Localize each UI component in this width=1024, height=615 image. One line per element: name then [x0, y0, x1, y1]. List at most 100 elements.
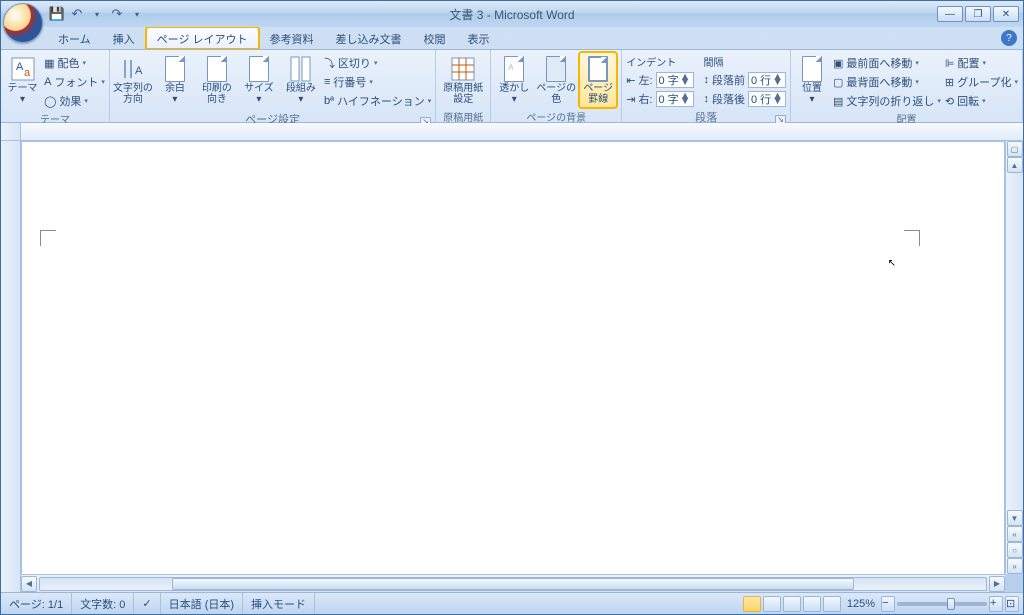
line-numbers-button[interactable]: ≡行番号▾ — [324, 73, 431, 91]
vertical-scrollbar[interactable]: ▢ ▲ ▼ « ○ » — [1005, 141, 1023, 574]
theme-effects[interactable]: ◯効果▾ — [44, 92, 105, 110]
hyphen-icon: bª — [324, 95, 334, 107]
status-proofing[interactable]: ✓ — [134, 593, 160, 614]
space-after-input[interactable]: 0 行▲▼ — [748, 91, 786, 107]
scroll-up[interactable]: ▲ — [1007, 157, 1023, 173]
margins-button[interactable]: 余白▾ — [156, 52, 194, 108]
wrap-icon: ▤ — [833, 95, 843, 108]
page-borders-icon — [584, 55, 612, 83]
tab-page-layout[interactable]: ページ レイアウト — [146, 27, 259, 49]
columns-icon — [287, 55, 315, 83]
tab-home[interactable]: ホーム — [47, 27, 102, 49]
horizontal-scrollbar[interactable]: ◀ ▶ — [21, 574, 1005, 592]
minimize-button[interactable]: — — [937, 6, 963, 22]
browse-object[interactable]: ○ — [1007, 542, 1023, 558]
columns-button[interactable]: 段組み▾ — [282, 52, 320, 108]
scroll-down[interactable]: ▼ — [1007, 510, 1023, 526]
qat-undo[interactable]: ↶ — [67, 4, 87, 24]
indent-right-input[interactable]: 0 字▲▼ — [656, 91, 694, 107]
qat-customize[interactable]: ▾ — [127, 4, 147, 24]
group-icon: ⊞ — [945, 76, 954, 89]
text-direction-button[interactable]: A文字列の 方向 — [114, 52, 152, 108]
group-arrange: 位置▾ ▣最前面へ移動▾ ▢最背面へ移動▾ ▤文字列の折り返し▾ ⊫配置▾ ⊞グ… — [791, 50, 1023, 122]
close-button[interactable]: ✕ — [993, 6, 1019, 22]
orientation-button[interactable]: 印刷の 向き — [198, 52, 236, 108]
view-print-layout[interactable] — [743, 596, 761, 612]
view-full-screen[interactable] — [763, 596, 781, 612]
vertical-ruler[interactable] — [1, 123, 21, 592]
bring-front-button: ▣最前面へ移動▾ — [833, 54, 941, 72]
tab-references[interactable]: 参考資料 — [259, 27, 325, 49]
breaks-button[interactable]: ⤵区切り▾ — [324, 54, 431, 72]
tab-insert[interactable]: 挿入 — [102, 27, 146, 49]
dd-icon: ▾ — [20, 94, 25, 105]
maximize-button[interactable]: ❐ — [965, 6, 991, 22]
zoom-level[interactable]: 125% — [847, 598, 875, 610]
themes-button[interactable]: Aa テーマ ▾ — [5, 52, 40, 108]
view-draft[interactable] — [823, 596, 841, 612]
horizontal-ruler[interactable] — [21, 123, 1023, 141]
hscroll-thumb[interactable] — [172, 578, 853, 590]
browse-prev[interactable]: « — [1007, 526, 1023, 542]
group-page-setup: A文字列の 方向 余白▾ 印刷の 向き サイズ▾ 段組み▾ ⤵区切り▾ ≡行番号… — [110, 50, 436, 122]
page-borders-button[interactable]: ページ 罫線 — [579, 52, 617, 108]
space-before-row: ↕段落前0 行▲▼ — [704, 71, 787, 89]
genko-button[interactable]: 原稿用紙 設定 — [440, 52, 486, 108]
page-color-icon — [542, 55, 570, 83]
indent-title: インデント — [626, 54, 693, 70]
zoom-thumb[interactable] — [947, 598, 955, 610]
page-color-button[interactable]: ページの 色 — [537, 52, 575, 108]
qat-redo[interactable]: ↷ — [107, 4, 127, 24]
space-before-icon: ↕ — [704, 74, 710, 86]
browse-next[interactable]: » — [1007, 558, 1023, 574]
genko-icon — [449, 55, 477, 83]
scroll-right[interactable]: ▶ — [989, 576, 1005, 592]
size-button[interactable]: サイズ▾ — [240, 52, 278, 108]
effects-icon: ◯ — [44, 95, 56, 108]
zoom-slider[interactable] — [897, 602, 987, 606]
scroll-left[interactable]: ◀ — [21, 576, 37, 592]
tab-mailings[interactable]: 差し込み文書 — [325, 27, 413, 49]
status-page[interactable]: ページ: 1/1 — [1, 593, 72, 614]
breaks-icon: ⤵ — [324, 55, 335, 71]
theme-colors[interactable]: ▦配色▾ — [44, 54, 105, 72]
zoom-out[interactable]: − — [881, 596, 895, 612]
indent-right-icon: ⇥ — [626, 93, 635, 106]
indent-right-row: ⇥右:0 字▲▼ — [626, 90, 693, 108]
svg-text:a: a — [24, 67, 31, 79]
watermark-button[interactable]: A透かし▾ — [495, 52, 533, 108]
qat-undo-dd[interactable]: ▾ — [87, 4, 107, 24]
indent-left-input[interactable]: 0 字▲▼ — [656, 72, 694, 88]
tab-view[interactable]: 表示 — [457, 27, 501, 49]
indent-left-icon: ⇤ — [626, 74, 635, 87]
status-language[interactable]: 日本語 (日本) — [161, 593, 243, 614]
status-word-count[interactable]: 文字数: 0 — [72, 593, 134, 614]
theme-fonts[interactable]: Aフォント▾ — [44, 73, 105, 91]
page-margin-marker — [40, 230, 56, 246]
status-insert-mode[interactable]: 挿入モード — [243, 593, 315, 614]
view-outline[interactable] — [803, 596, 821, 612]
office-button[interactable] — [3, 3, 43, 43]
back-icon: ▢ — [833, 76, 843, 89]
group-theme: Aa テーマ ▾ ▦配色▾ Aフォント▾ ◯効果▾ テーマ — [1, 50, 110, 122]
watermark-icon: A — [500, 55, 528, 83]
page-margin-marker — [904, 230, 920, 246]
orientation-icon — [203, 55, 231, 83]
check-icon: ✓ — [142, 597, 151, 610]
fonts-icon: A — [44, 76, 51, 88]
front-icon: ▣ — [833, 57, 843, 70]
space-before-input[interactable]: 0 行▲▼ — [748, 72, 786, 88]
document-canvas[interactable]: ↖ — [21, 141, 1005, 592]
help-button[interactable]: ? — [1001, 30, 1017, 46]
zoom-in[interactable]: + — [989, 596, 1003, 612]
status-bar: ページ: 1/1 文字数: 0 ✓ 日本語 (日本) 挿入モード 125% − … — [1, 592, 1023, 614]
tab-review[interactable]: 校閲 — [413, 27, 457, 49]
colors-icon: ▦ — [44, 57, 54, 70]
ruler-toggle[interactable]: ▢ — [1007, 141, 1023, 157]
view-web-layout[interactable] — [783, 596, 801, 612]
hyphenation-button[interactable]: bªハイフネーション▾ — [324, 92, 431, 110]
position-icon — [798, 55, 826, 83]
word-window: 💾 ↶ ▾ ↷ ▾ 文書 3 - Microsoft Word — ❐ ✕ ホー… — [0, 0, 1024, 615]
zoom-fit[interactable]: ⊡ — [1005, 596, 1019, 612]
qat-save[interactable]: 💾 — [47, 4, 67, 24]
